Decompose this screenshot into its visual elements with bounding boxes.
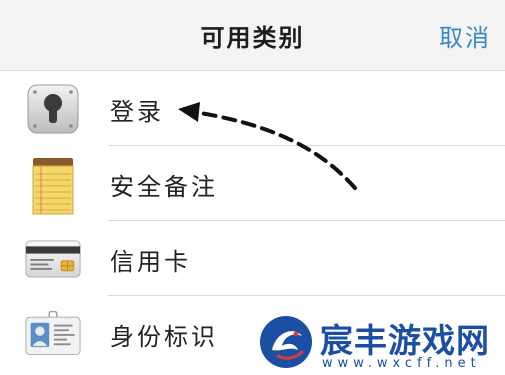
watermark-logo-icon <box>260 316 312 368</box>
page-title: 可用类别 <box>200 24 305 52</box>
watermark-name: 宸丰游戏网 <box>320 321 490 360</box>
id-card-icon <box>25 309 81 359</box>
navigation-bar: 可用类别 取消 <box>0 0 505 71</box>
category-label: 登录 <box>110 98 164 126</box>
notepad-icon <box>25 158 81 215</box>
category-item-secure-note[interactable]: 安全备注 <box>0 146 505 221</box>
category-item-login[interactable]: 登录 <box>0 71 505 146</box>
watermark-url: www.wxcff.net <box>322 356 481 371</box>
category-label: 身份标识 <box>110 323 218 351</box>
keyhole-lock-icon <box>25 84 81 134</box>
cancel-button[interactable]: 取消 <box>439 18 491 53</box>
credit-card-icon <box>25 234 81 284</box>
category-label: 安全备注 <box>110 173 218 201</box>
watermark: 宸丰游戏网 www.wxcff.net <box>258 314 505 375</box>
category-item-credit-card[interactable]: 信用卡 <box>0 221 505 296</box>
category-label: 信用卡 <box>110 248 191 276</box>
